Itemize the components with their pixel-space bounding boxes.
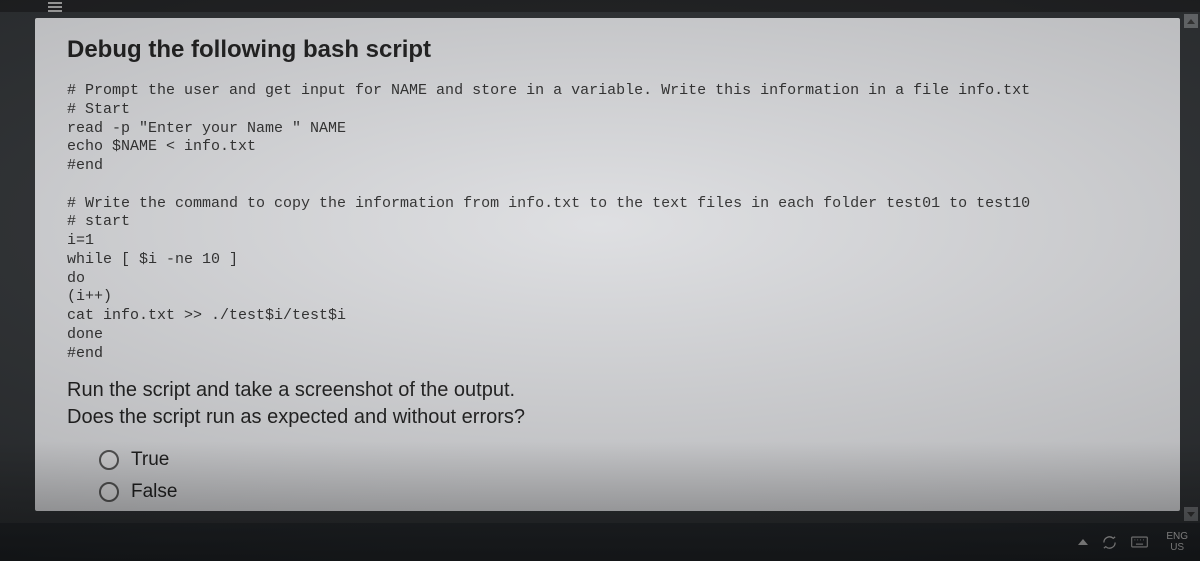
code-block: # Prompt the user and get input for NAME…	[67, 82, 1148, 363]
chevron-up-icon	[1187, 19, 1195, 24]
tray-keyboard-icon[interactable]	[1131, 536, 1148, 548]
instruction-line-1: Run the script and take a screenshot of …	[67, 379, 515, 401]
radio-icon	[99, 450, 119, 470]
radio-icon	[99, 482, 119, 502]
scrollbar-down-button[interactable]	[1184, 507, 1198, 521]
language-indicator[interactable]: ENG US	[1162, 529, 1192, 555]
answer-options: True False	[67, 449, 1148, 503]
lang-top: ENG	[1166, 531, 1188, 542]
question-instruction: Run the script and take a screenshot of …	[67, 377, 1148, 431]
question-panel: Debug the following bash script # Prompt…	[35, 18, 1180, 511]
scrollbar-up-button[interactable]	[1184, 14, 1198, 28]
option-false-label: False	[131, 481, 177, 503]
tray-chevron-up[interactable]	[1078, 539, 1088, 545]
hamburger-icon[interactable]	[48, 2, 62, 12]
option-true[interactable]: True	[99, 449, 1148, 471]
chevron-up-icon	[1078, 539, 1088, 545]
question-title: Debug the following bash script	[67, 36, 1148, 64]
lang-bottom: US	[1166, 542, 1188, 553]
windows-taskbar: ENG US	[0, 523, 1200, 561]
tray-sync-icon[interactable]	[1102, 535, 1117, 550]
window-top-bar	[0, 0, 1200, 12]
option-false[interactable]: False	[99, 481, 1148, 503]
instruction-line-2: Does the script run as expected and with…	[67, 406, 525, 428]
option-true-label: True	[131, 449, 169, 471]
chevron-down-icon	[1187, 512, 1195, 517]
